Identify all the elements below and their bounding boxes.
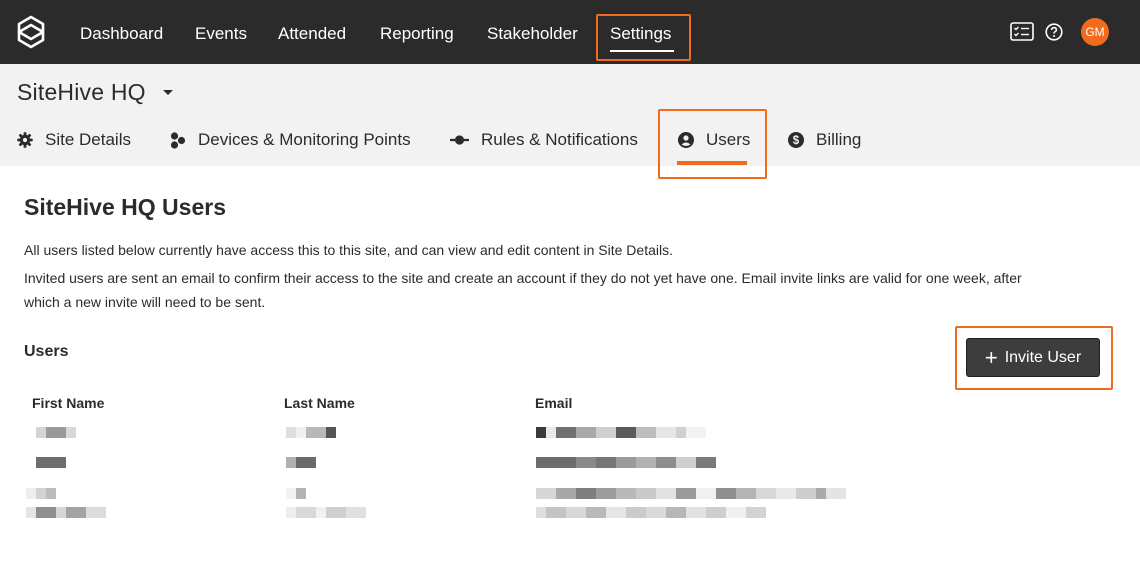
tab-site-details[interactable]: Site Details xyxy=(17,126,131,154)
nav-stakeholder[interactable]: Stakeholder xyxy=(487,0,578,64)
nav-reporting[interactable]: Reporting xyxy=(380,0,454,64)
redacted-email xyxy=(536,488,846,499)
tab-devices-label: Devices & Monitoring Points xyxy=(198,130,411,149)
redacted-first-name xyxy=(26,507,106,518)
invite-user-label: Invite User xyxy=(1004,348,1082,366)
user-circle-icon xyxy=(678,132,694,148)
dollar-icon: $ xyxy=(788,132,804,148)
nav-dashboard[interactable]: Dashboard xyxy=(80,0,163,64)
description-line-1: All users listed below currently have ac… xyxy=(24,242,673,258)
redacted-last-name xyxy=(286,507,366,518)
devices-icon xyxy=(170,131,186,149)
tab-site-details-label: Site Details xyxy=(45,130,131,149)
nav-settings[interactable]: Settings xyxy=(610,0,671,64)
rule-icon xyxy=(450,135,469,145)
redacted-last-name xyxy=(286,427,336,438)
site-selector-title[interactable]: SiteHive HQ xyxy=(17,79,146,106)
users-section-title: Users xyxy=(24,343,69,360)
tab-devices[interactable]: Devices & Monitoring Points xyxy=(170,126,411,154)
description-line-3: which a new invite will need to be sent. xyxy=(24,294,266,310)
tab-rules-label: Rules & Notifications xyxy=(481,130,638,149)
redacted-first-name xyxy=(26,488,56,499)
tab-billing[interactable]: $ Billing xyxy=(788,126,861,154)
gear-icon xyxy=(17,132,33,148)
svg-text:$: $ xyxy=(793,135,800,147)
tab-users[interactable]: Users xyxy=(678,126,750,154)
redacted-email xyxy=(536,427,706,438)
invite-user-button[interactable]: + Invite User xyxy=(966,338,1100,377)
checklist-icon[interactable] xyxy=(1010,22,1034,41)
tab-users-label: Users xyxy=(706,130,751,149)
caret-down-icon[interactable] xyxy=(163,90,173,95)
nav-active-underline xyxy=(610,50,674,52)
nav-events[interactable]: Events xyxy=(195,0,247,64)
redacted-email xyxy=(536,457,716,468)
redacted-email xyxy=(536,507,766,518)
plus-icon: + xyxy=(984,344,998,370)
tab-billing-label: Billing xyxy=(816,130,862,149)
column-header-last-name: Last Name xyxy=(284,395,355,411)
tab-active-underline xyxy=(677,161,747,165)
nav-attended[interactable]: Attended xyxy=(278,0,346,64)
redacted-first-name xyxy=(36,457,66,468)
redacted-last-name xyxy=(286,488,306,499)
help-icon[interactable] xyxy=(1045,23,1063,41)
sitehive-logo-icon[interactable] xyxy=(14,14,48,50)
column-header-email: Email xyxy=(535,395,573,411)
page-title: SiteHive HQ Users xyxy=(24,194,226,220)
description-line-2: Invited users are sent an email to confi… xyxy=(24,270,1022,286)
redacted-last-name xyxy=(286,457,316,468)
column-header-first-name: First Name xyxy=(32,395,105,411)
tab-rules[interactable]: Rules & Notifications xyxy=(450,126,638,154)
user-avatar[interactable]: GM xyxy=(1081,18,1109,46)
redacted-first-name xyxy=(36,427,76,438)
